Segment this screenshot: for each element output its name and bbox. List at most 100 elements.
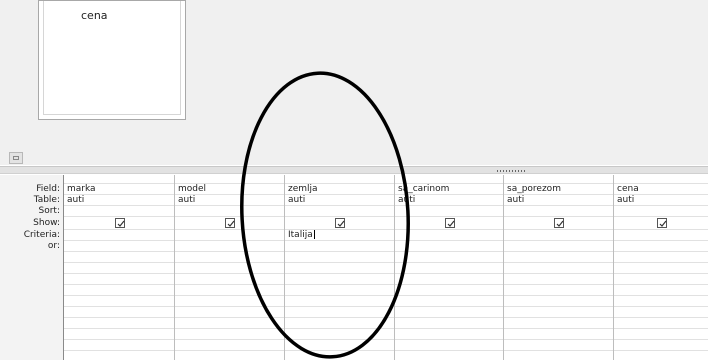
field-cell[interactable]: marka	[64, 184, 174, 195]
column-selector[interactable]	[395, 175, 503, 184]
empty-criteria-row[interactable]	[614, 318, 708, 329]
show-checkbox[interactable]	[657, 218, 667, 228]
empty-criteria-row[interactable]	[285, 285, 394, 296]
field-list[interactable]: cena	[43, 1, 181, 115]
empty-criteria-row[interactable]	[395, 340, 503, 351]
empty-criteria-row[interactable]	[504, 274, 613, 285]
show-checkbox[interactable]	[335, 218, 345, 228]
empty-criteria-row[interactable]	[64, 285, 174, 296]
or-cell[interactable]	[395, 241, 503, 252]
column-selector[interactable]	[285, 175, 394, 184]
show-checkbox[interactable]	[225, 218, 235, 228]
criteria-cell[interactable]	[175, 230, 284, 241]
empty-criteria-row[interactable]	[614, 285, 708, 296]
empty-criteria-row[interactable]	[175, 340, 284, 351]
empty-criteria-row[interactable]	[175, 307, 284, 318]
table-cell[interactable]: auti	[395, 195, 503, 206]
empty-criteria-row[interactable]	[175, 263, 284, 274]
table-field-list-auti[interactable]: cena	[38, 0, 186, 120]
criteria-cell[interactable]: Italija	[285, 230, 394, 241]
criteria-cell[interactable]	[395, 230, 503, 241]
empty-criteria-row[interactable]	[395, 263, 503, 274]
field-list-item-cena[interactable]: cena	[81, 9, 108, 22]
empty-criteria-row[interactable]	[504, 263, 613, 274]
empty-criteria-row[interactable]	[504, 329, 613, 340]
empty-criteria-row[interactable]	[175, 318, 284, 329]
pane-splitter[interactable]	[0, 166, 708, 174]
table-diagram-pane[interactable]: cena	[0, 0, 708, 165]
empty-criteria-row[interactable]	[614, 307, 708, 318]
empty-criteria-row[interactable]	[64, 274, 174, 285]
pane-toggle-icon[interactable]	[9, 152, 23, 164]
show-checkbox[interactable]	[554, 218, 564, 228]
table-cell[interactable]: auti	[285, 195, 394, 206]
empty-criteria-row[interactable]	[395, 307, 503, 318]
empty-criteria-row[interactable]	[395, 329, 503, 340]
empty-criteria-row[interactable]	[614, 274, 708, 285]
empty-criteria-row[interactable]	[64, 329, 174, 340]
or-cell[interactable]	[614, 241, 708, 252]
table-cell[interactable]: auti	[175, 195, 284, 206]
empty-criteria-row[interactable]	[285, 307, 394, 318]
empty-criteria-row[interactable]	[175, 274, 284, 285]
field-cell[interactable]: cena	[614, 184, 708, 195]
empty-criteria-row[interactable]	[285, 318, 394, 329]
empty-criteria-row[interactable]	[395, 252, 503, 263]
column-selector[interactable]	[504, 175, 613, 184]
empty-criteria-row[interactable]	[504, 296, 613, 307]
empty-criteria-row[interactable]	[285, 263, 394, 274]
table-cell[interactable]: auti	[64, 195, 174, 206]
empty-criteria-row[interactable]	[504, 307, 613, 318]
empty-criteria-row[interactable]	[64, 263, 174, 274]
empty-criteria-row[interactable]	[175, 329, 284, 340]
sort-cell[interactable]	[64, 206, 174, 217]
sort-cell[interactable]	[614, 206, 708, 217]
empty-criteria-row[interactable]	[285, 340, 394, 351]
empty-criteria-row[interactable]	[175, 252, 284, 263]
sort-cell[interactable]	[175, 206, 284, 217]
empty-criteria-row[interactable]	[504, 252, 613, 263]
field-cell[interactable]: sa_carinom	[395, 184, 503, 195]
criteria-cell[interactable]	[64, 230, 174, 241]
field-cell[interactable]: model	[175, 184, 284, 195]
empty-criteria-row[interactable]	[64, 307, 174, 318]
empty-criteria-row[interactable]	[504, 340, 613, 351]
empty-criteria-row[interactable]	[614, 340, 708, 351]
empty-criteria-row[interactable]	[614, 296, 708, 307]
table-cell[interactable]: auti	[614, 195, 708, 206]
empty-criteria-row[interactable]	[175, 285, 284, 296]
empty-criteria-row[interactable]	[285, 274, 394, 285]
sort-cell[interactable]	[504, 206, 613, 217]
empty-criteria-row[interactable]	[64, 252, 174, 263]
criteria-cell[interactable]	[504, 230, 613, 241]
or-cell[interactable]	[285, 241, 394, 252]
empty-criteria-row[interactable]	[395, 296, 503, 307]
empty-criteria-row[interactable]	[285, 296, 394, 307]
empty-criteria-row[interactable]	[614, 263, 708, 274]
empty-criteria-row[interactable]	[64, 318, 174, 329]
empty-criteria-row[interactable]	[64, 340, 174, 351]
or-cell[interactable]	[64, 241, 174, 252]
empty-criteria-row[interactable]	[504, 285, 613, 296]
empty-criteria-row[interactable]	[395, 274, 503, 285]
empty-criteria-row[interactable]	[285, 252, 394, 263]
field-cell[interactable]: zemlja	[285, 184, 394, 195]
empty-criteria-row[interactable]	[64, 296, 174, 307]
empty-criteria-row[interactable]	[504, 318, 613, 329]
criteria-cell[interactable]	[614, 230, 708, 241]
sort-cell[interactable]	[285, 206, 394, 217]
empty-criteria-row[interactable]	[175, 296, 284, 307]
empty-criteria-row[interactable]	[614, 252, 708, 263]
show-checkbox[interactable]	[115, 218, 125, 228]
empty-criteria-row[interactable]	[614, 329, 708, 340]
table-cell[interactable]: auti	[504, 195, 613, 206]
field-cell[interactable]: sa_porezom	[504, 184, 613, 195]
column-selector[interactable]	[175, 175, 284, 184]
column-selector[interactable]	[64, 175, 174, 184]
or-cell[interactable]	[504, 241, 613, 252]
sort-cell[interactable]	[395, 206, 503, 217]
or-cell[interactable]	[175, 241, 284, 252]
empty-criteria-row[interactable]	[395, 318, 503, 329]
splitter-grip-icon[interactable]	[497, 168, 527, 174]
empty-criteria-row[interactable]	[395, 285, 503, 296]
